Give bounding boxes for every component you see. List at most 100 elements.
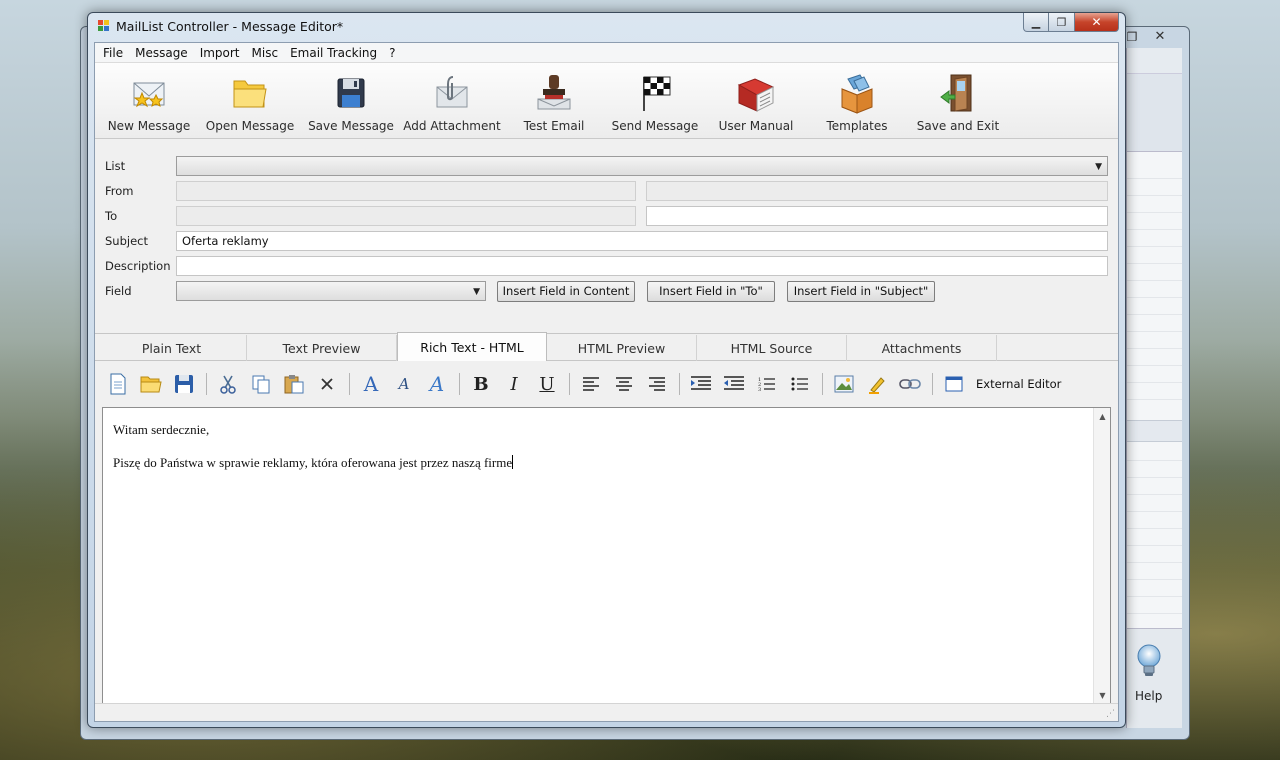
- background-close-icon[interactable]: ✕: [1145, 29, 1175, 45]
- tab-rich-text-html[interactable]: Rich Text - HTML: [397, 332, 547, 362]
- status-bar: ⋰: [95, 703, 1118, 721]
- tab-html-preview[interactable]: HTML Preview: [547, 335, 697, 361]
- toolbar-separator: [932, 373, 933, 395]
- send-message-button[interactable]: Send Message: [605, 63, 705, 139]
- menu-file[interactable]: File: [97, 43, 129, 63]
- toolbar-separator: [206, 373, 207, 395]
- templates-button[interactable]: Templates: [807, 63, 907, 139]
- background-panel-section: [1127, 420, 1182, 442]
- chevron-down-icon: ▼: [1095, 162, 1102, 172]
- test-email-label: Test Email: [523, 119, 585, 133]
- menu-bar: File Message Import Misc Email Tracking …: [95, 43, 1118, 63]
- help-label: Help: [1135, 689, 1163, 703]
- text-caret: [512, 455, 514, 469]
- minimize-button[interactable]: ▁: [1023, 13, 1049, 32]
- open-message-button[interactable]: Open Message: [199, 63, 301, 139]
- floppy-disk-icon: [337, 78, 365, 108]
- link-icon[interactable]: [897, 371, 923, 397]
- list-dropdown[interactable]: ▼: [176, 156, 1108, 176]
- copy-icon[interactable]: [248, 371, 274, 397]
- external-editor-button[interactable]: External Editor: [976, 377, 1061, 391]
- maximize-button[interactable]: ❐: [1049, 13, 1075, 32]
- help-button[interactable]: Help: [1127, 628, 1182, 728]
- highlight-pen-icon[interactable]: [864, 371, 890, 397]
- message-form: List ▼ From To Subject Oferta reklamy De…: [95, 140, 1118, 333]
- italic-button[interactable]: I: [501, 371, 527, 397]
- window-title: MailList Controller - Message Editor*: [116, 19, 344, 34]
- formatting-toolbar: A A A B I U 123 External Editor: [95, 361, 1118, 407]
- tab-attachments[interactable]: Attachments: [847, 335, 997, 361]
- insert-image-icon[interactable]: [831, 371, 857, 397]
- editor-vertical-scrollbar[interactable]: ▲ ▼: [1093, 408, 1110, 704]
- cut-icon[interactable]: [215, 371, 241, 397]
- scroll-up-icon[interactable]: ▲: [1094, 412, 1111, 421]
- save-message-button[interactable]: Save Message: [301, 63, 401, 139]
- align-right-icon[interactable]: [644, 371, 670, 397]
- tab-plain-text[interactable]: Plain Text: [97, 335, 247, 361]
- font-size-icon[interactable]: A: [391, 371, 417, 397]
- outdent-icon[interactable]: [721, 371, 747, 397]
- to-label: To: [105, 209, 118, 223]
- insert-field-content-button[interactable]: Insert Field in Content: [497, 281, 635, 302]
- add-attachment-label: Add Attachment: [403, 119, 501, 133]
- underline-button[interactable]: U: [534, 371, 560, 397]
- message-editor-window: MailList Controller - Message Editor* ▁ …: [87, 12, 1126, 728]
- scroll-down-icon[interactable]: ▼: [1094, 691, 1111, 700]
- close-button[interactable]: ✕: [1075, 13, 1119, 32]
- window-client-area: File Message Import Misc Email Tracking …: [94, 42, 1119, 722]
- toolbar-separator: [569, 373, 570, 395]
- indent-icon[interactable]: [688, 371, 714, 397]
- title-bar[interactable]: MailList Controller - Message Editor* ▁ …: [88, 13, 1125, 41]
- insert-field-subject-button[interactable]: Insert Field in "Subject": [787, 281, 935, 302]
- bulleted-list-icon[interactable]: [787, 371, 813, 397]
- test-email-button[interactable]: Test Email: [503, 63, 605, 139]
- menu-misc[interactable]: Misc: [246, 43, 285, 63]
- bold-button[interactable]: B: [468, 371, 494, 397]
- field-dropdown[interactable]: ▼: [176, 281, 486, 301]
- content-tabs: Plain Text Text Preview Rich Text - HTML…: [95, 332, 1118, 362]
- toolbar-separator: [679, 373, 680, 395]
- delete-icon[interactable]: [314, 371, 340, 397]
- from-name-field[interactable]: [176, 181, 636, 201]
- numbered-list-icon[interactable]: 123: [754, 371, 780, 397]
- to-email-field[interactable]: [646, 206, 1108, 226]
- rich-text-editor[interactable]: Witam serdecznie, Piszę do Państwa w spr…: [102, 407, 1111, 705]
- description-field[interactable]: [176, 256, 1108, 276]
- background-restore-icon[interactable]: ❐: [1125, 29, 1139, 45]
- open-file-icon[interactable]: [138, 371, 164, 397]
- align-center-icon[interactable]: [611, 371, 637, 397]
- external-editor-icon[interactable]: [941, 371, 967, 397]
- editor-content[interactable]: Witam serdecznie, Piszę do Państwa w spr…: [113, 422, 514, 488]
- book-icon: [737, 78, 775, 112]
- insert-field-to-button[interactable]: Insert Field in "To": [647, 281, 775, 302]
- lightbulb-icon: [1137, 644, 1161, 676]
- to-name-field[interactable]: [176, 206, 636, 226]
- box-icon: [841, 74, 873, 114]
- field-label: Field: [105, 284, 132, 298]
- font-color-icon[interactable]: A: [424, 371, 450, 397]
- save-and-exit-button[interactable]: Save and Exit: [907, 63, 1009, 139]
- resize-grip-icon[interactable]: ⋰: [1106, 709, 1115, 719]
- font-icon[interactable]: A: [358, 371, 384, 397]
- open-folder-icon: [233, 80, 267, 108]
- subject-field[interactable]: Oferta reklamy: [176, 231, 1108, 251]
- add-attachment-button[interactable]: Add Attachment: [401, 63, 503, 139]
- caption-buttons: ▁ ❐ ✕: [1023, 13, 1119, 33]
- app-icon: [98, 20, 110, 32]
- align-left-icon[interactable]: [578, 371, 604, 397]
- user-manual-button[interactable]: User Manual: [705, 63, 807, 139]
- checkered-flag-icon: [643, 76, 671, 111]
- save-file-icon[interactable]: [171, 371, 197, 397]
- menu-help[interactable]: ?: [383, 43, 401, 63]
- save-and-exit-label: Save and Exit: [916, 119, 1000, 133]
- toolbar-separator: [822, 373, 823, 395]
- from-email-field[interactable]: [646, 181, 1108, 201]
- paste-icon[interactable]: [281, 371, 307, 397]
- menu-import[interactable]: Import: [194, 43, 246, 63]
- menu-email-tracking[interactable]: Email Tracking: [284, 43, 383, 63]
- new-document-icon[interactable]: [105, 371, 131, 397]
- new-message-button[interactable]: New Message: [99, 63, 199, 139]
- menu-message[interactable]: Message: [129, 43, 194, 63]
- tab-text-preview[interactable]: Text Preview: [247, 335, 397, 361]
- tab-html-source[interactable]: HTML Source: [697, 335, 847, 361]
